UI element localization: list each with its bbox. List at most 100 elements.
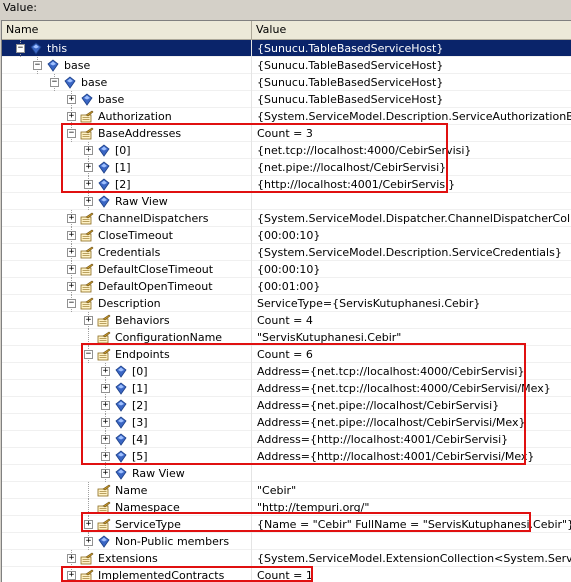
expand-icon[interactable]: +	[101, 384, 110, 393]
collapse-icon[interactable]: −	[67, 299, 76, 308]
expand-icon[interactable]: +	[101, 435, 110, 444]
expand-icon[interactable]: +	[101, 418, 110, 427]
tree-row[interactable]: + Raw View	[2, 193, 571, 210]
tree-row[interactable]: − Endpoints Count = 6	[2, 346, 571, 363]
value-cell[interactable]: Address={net.pipe://localhost/CebirServi…	[252, 414, 571, 431]
expand-icon[interactable]: +	[67, 248, 76, 257]
value-window-label: Value:	[3, 1, 37, 14]
tree-row[interactable]: + ServiceType {Name = "Cebir" FullName = "…	[2, 516, 571, 533]
expand-icon[interactable]: +	[67, 265, 76, 274]
value-cell[interactable]: ServiceType={ServisKutuphanesi.Cebir}	[252, 295, 571, 312]
tree-row[interactable]: Namespace "http://tempuri.org/"	[2, 499, 571, 516]
tree-row[interactable]: + [5] Address={http://localhost:4001/Cebir…	[2, 448, 571, 465]
tree-row[interactable]: + Authorization {System.ServiceModel.Descr…	[2, 108, 571, 125]
tree-row[interactable]: − BaseAddresses Count = 3	[2, 125, 571, 142]
expand-icon[interactable]: +	[67, 554, 76, 563]
tree-row[interactable]: + [1] {net.pipe://localhost/CebirServisi}	[2, 159, 571, 176]
expand-icon[interactable]: +	[101, 401, 110, 410]
value-cell[interactable]: "http://tempuri.org/"	[252, 499, 571, 516]
tree-row[interactable]: + [1] Address={net.tcp://localhost:4000/Ce…	[2, 380, 571, 397]
tree-row[interactable]: + CloseTimeout {00:00:10}	[2, 227, 571, 244]
value-cell[interactable]: {Sunucu.TableBasedServiceHost}	[252, 91, 571, 108]
expand-icon[interactable]: +	[67, 231, 76, 240]
expand-icon[interactable]: +	[67, 571, 76, 580]
tree-row[interactable]: + [2] {http://localhost:4001/CebirServisi}	[2, 176, 571, 193]
collapse-icon[interactable]: −	[84, 350, 93, 359]
expand-icon[interactable]: +	[84, 146, 93, 155]
tree-row[interactable]: + [0] {net.tcp://localhost:4000/CebirServi…	[2, 142, 571, 159]
value-cell[interactable]: {Sunucu.TableBasedServiceHost}	[252, 74, 571, 91]
tree-row[interactable]: + Raw View	[2, 465, 571, 482]
collapse-icon[interactable]: −	[16, 44, 25, 53]
value-cell[interactable]: {00:00:10}	[252, 261, 571, 278]
tree-row[interactable]: + Extensions {System.ServiceModel.Extensio…	[2, 550, 571, 567]
value-cell[interactable]: {net.tcp://localhost:4000/CebirServisi}	[252, 142, 571, 159]
row-name: ChannelDispatchers	[98, 212, 209, 225]
expand-icon[interactable]: +	[101, 452, 110, 461]
value-cell[interactable]: "Cebir"	[252, 482, 571, 499]
value-cell[interactable]	[252, 533, 571, 550]
value-cell[interactable]: {http://localhost:4001/CebirServisi}	[252, 176, 571, 193]
tree-row[interactable]: + Credentials {System.ServiceModel.Descrip…	[2, 244, 571, 261]
row-name: Authorization	[98, 110, 172, 123]
tree-row[interactable]: − base {Sunucu.TableBasedServiceHost}	[2, 57, 571, 74]
value-cell[interactable]: {System.ServiceModel.ExtensionCollection…	[252, 550, 571, 567]
expand-icon[interactable]: +	[84, 520, 93, 529]
tree-row[interactable]: + Behaviors Count = 4	[2, 312, 571, 329]
tree-row[interactable]: + [4] Address={http://localhost:4001/Cebir…	[2, 431, 571, 448]
tree-row[interactable]: + ImplementedContracts Count = 1	[2, 567, 571, 582]
column-header-name[interactable]: Name	[2, 21, 252, 39]
expand-icon[interactable]: +	[84, 163, 93, 172]
tree-row[interactable]: + Non-Public members	[2, 533, 571, 550]
expand-icon[interactable]: +	[84, 537, 93, 546]
tree-row[interactable]: + DefaultCloseTimeout {00:00:10}	[2, 261, 571, 278]
collapse-icon[interactable]: −	[50, 78, 59, 87]
value-cell[interactable]: "ServisKutuphanesi.Cebir"	[252, 329, 571, 346]
collapse-icon[interactable]: −	[33, 61, 42, 70]
tree-row[interactable]: + [2] Address={net.pipe://localhost/CebirS…	[2, 397, 571, 414]
value-cell[interactable]: Address={net.tcp://localhost:4000/CebirS…	[252, 380, 571, 397]
value-cell[interactable]: Count = 1	[252, 567, 571, 582]
collapse-icon[interactable]: −	[67, 129, 76, 138]
tree-row[interactable]: + [0] Address={net.tcp://localhost:4000/Ce…	[2, 363, 571, 380]
expand-icon[interactable]: +	[67, 112, 76, 121]
expand-icon[interactable]: +	[67, 214, 76, 223]
value-cell[interactable]	[252, 465, 571, 482]
property-icon	[80, 552, 94, 565]
value-cell[interactable]: Count = 6	[252, 346, 571, 363]
value-cell[interactable]: Count = 4	[252, 312, 571, 329]
expand-icon[interactable]: +	[101, 469, 110, 478]
expand-icon[interactable]: +	[101, 367, 110, 376]
value-cell[interactable]: {00:01:00}	[252, 278, 571, 295]
tree-row[interactable]: − this {Sunucu.TableBasedServiceHost}	[2, 40, 571, 57]
value-cell[interactable]: {Sunucu.TableBasedServiceHost}	[252, 40, 571, 57]
value-cell[interactable]: {net.pipe://localhost/CebirServisi}	[252, 159, 571, 176]
tree-row[interactable]: ConfigurationName "ServisKutuphanesi.Cebi…	[2, 329, 571, 346]
tree-row[interactable]: + ChannelDispatchers {System.ServiceModel.…	[2, 210, 571, 227]
tree-row[interactable]: + base {Sunucu.TableBasedServiceHost}	[2, 91, 571, 108]
value-cell[interactable]: Address={net.tcp://localhost:4000/CebirS…	[252, 363, 571, 380]
value-cell[interactable]: Address={http://localhost:4001/CebirServ…	[252, 448, 571, 465]
expand-icon[interactable]: +	[84, 197, 93, 206]
tree-row[interactable]: + DefaultOpenTimeout {00:01:00}	[2, 278, 571, 295]
value-cell[interactable]: {System.ServiceModel.Description.Service…	[252, 244, 571, 261]
value-cell[interactable]: {00:00:10}	[252, 227, 571, 244]
tree-row[interactable]: − base {Sunucu.TableBasedServiceHost}	[2, 74, 571, 91]
expand-icon[interactable]: +	[67, 95, 76, 104]
tree-row[interactable]: Name "Cebir"	[2, 482, 571, 499]
tree-row[interactable]: + [3] Address={net.pipe://localhost/CebirS…	[2, 414, 571, 431]
value-cell[interactable]: Count = 3	[252, 125, 571, 142]
expand-icon[interactable]: +	[84, 180, 93, 189]
column-header-value[interactable]: Value	[252, 21, 571, 39]
value-cell[interactable]: {Sunucu.TableBasedServiceHost}	[252, 57, 571, 74]
value-cell[interactable]: Address={net.pipe://localhost/CebirServi…	[252, 397, 571, 414]
value-cell[interactable]: {Name = "Cebir" FullName = "ServisKutuph…	[252, 516, 571, 533]
expand-icon[interactable]: +	[67, 282, 76, 291]
tree-row[interactable]: − Description ServiceType={ServisKutuphane…	[2, 295, 571, 312]
value-cell[interactable]	[252, 193, 571, 210]
expand-icon[interactable]: +	[84, 316, 93, 325]
value-cell[interactable]: {System.ServiceModel.Dispatcher.ChannelD…	[252, 210, 571, 227]
value-cell[interactable]: {System.ServiceModel.Description.Service…	[252, 108, 571, 125]
value-cell[interactable]: Address={http://localhost:4001/CebirServ…	[252, 431, 571, 448]
watch-grid: Name Value − this {Sunucu.TableBasedServic…	[1, 20, 571, 582]
